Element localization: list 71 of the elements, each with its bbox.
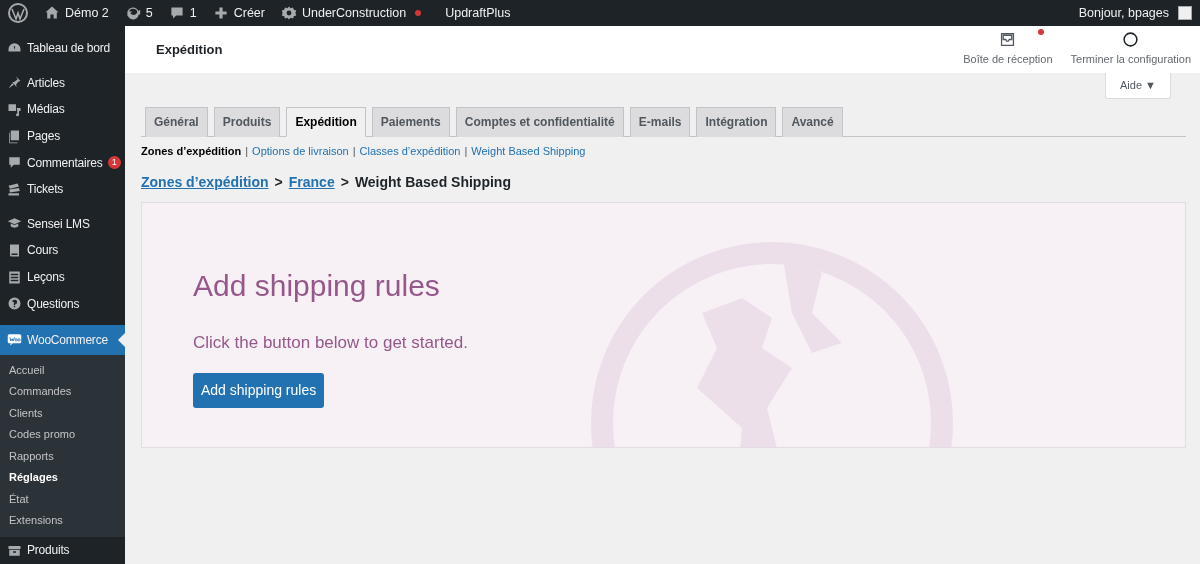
sidebar-item[interactable]: Pages <box>0 122 125 150</box>
submenu-item[interactable]: État <box>0 488 125 511</box>
breadcrumb-link[interactable]: France <box>288 172 335 193</box>
separator: | <box>352 143 356 159</box>
toolbar-item[interactable]: 1 <box>160 0 205 26</box>
sidebar-item[interactable]: Cours <box>0 237 125 264</box>
page-title: Expédition <box>156 40 223 59</box>
submenu-item[interactable]: Accueil <box>0 359 125 382</box>
help-button[interactable]: Aide ▼ <box>1105 73 1171 99</box>
settings-tab[interactable]: Avancé <box>782 106 843 137</box>
list-icon <box>7 269 22 285</box>
subnav-link[interactable]: Zones d’expédition <box>141 142 242 159</box>
woo-icon <box>7 332 22 348</box>
breadcrumb-current: Weight Based Shipping <box>354 173 511 192</box>
sidebar-item[interactable]: Articles <box>0 69 125 97</box>
sidebar-item[interactable]: Tickets <box>0 175 125 203</box>
account-menu[interactable]: Bonjour, bpages <box>1070 0 1200 26</box>
separator: | <box>245 143 249 159</box>
panel-subtitle: Click the button below to get started. <box>193 332 469 354</box>
submenu-item[interactable]: Codes promo <box>0 424 125 446</box>
pages-icon <box>7 128 22 144</box>
stack-icon <box>7 181 22 197</box>
settings-tab[interactable]: Intégration <box>696 106 777 137</box>
separator: | <box>464 143 468 159</box>
sidebar-item[interactable]: Leçons <box>0 263 125 291</box>
breadcrumb-separator: > <box>274 173 283 192</box>
sidebar-item[interactable]: Produits <box>0 536 125 564</box>
settings-tab[interactable]: Expédition <box>286 106 366 137</box>
settings-tab[interactable]: Paiements <box>371 106 450 137</box>
media-icon <box>7 102 22 117</box>
submenu-item[interactable]: Commandes <box>0 381 125 403</box>
avatar-icon <box>1178 6 1192 20</box>
sidebar-item[interactable]: Médias <box>0 96 125 123</box>
toolbar-item[interactable]: UpdraftPlus <box>437 0 519 26</box>
sidebar-item[interactable]: Tableau de bord <box>0 35 125 62</box>
pushpin-icon <box>7 75 22 91</box>
panel-heading: Add shipping rules <box>193 268 441 304</box>
book-icon <box>7 242 22 258</box>
sidebar-item[interactable]: WooCommerce <box>0 324 125 355</box>
speech-bubble-icon <box>168 5 185 21</box>
header-action[interactable]: Terminer la configuration <box>1061 31 1200 68</box>
sidebar-item[interactable]: Questions <box>0 290 125 317</box>
refresh-icon <box>124 5 141 21</box>
submenu-item[interactable]: Extensions <box>0 510 125 532</box>
sidebar-item[interactable]: Commentaires 1 <box>0 149 125 176</box>
breadcrumb-separator: > <box>340 173 349 192</box>
submenu-item[interactable]: Réglages <box>0 467 125 489</box>
settings-tab[interactable]: E-mails <box>629 106 691 137</box>
submenu-item[interactable]: Rapports <box>0 445 125 468</box>
inbox-icon <box>999 31 1017 49</box>
breadcrumb-link[interactable]: Zones d’expédition <box>141 172 269 193</box>
toolbar-item[interactable]: UnderConstruction <box>272 0 430 26</box>
gear-icon <box>280 5 297 21</box>
circle-icon <box>1122 31 1140 49</box>
subnav-link[interactable]: Classes d’expédition <box>359 142 461 159</box>
toolbar-item[interactable]: 5 <box>116 0 161 26</box>
toolbar-item[interactable]: Démo 2 <box>36 0 117 26</box>
settings-tab[interactable]: Produits <box>213 106 281 137</box>
help-icon <box>7 296 22 312</box>
subnav-link[interactable]: Weight Based Shipping <box>471 142 586 159</box>
subnav-link[interactable]: Options de livraison <box>252 142 349 159</box>
settings-tab[interactable]: Comptes et confidentialité <box>455 106 624 137</box>
settings-tab[interactable]: Général <box>145 106 208 137</box>
header-action[interactable]: Boîte de réception <box>954 31 1062 68</box>
add-rules-button[interactable]: Add shipping rules <box>193 372 325 408</box>
count-badge: 1 <box>107 156 121 170</box>
toolbar-item[interactable]: Créer <box>204 0 273 26</box>
submenu-item[interactable]: Clients <box>0 402 125 425</box>
home-icon <box>44 5 60 21</box>
plus-icon <box>212 5 229 21</box>
sidebar-item[interactable]: Sensei LMS <box>0 210 125 238</box>
